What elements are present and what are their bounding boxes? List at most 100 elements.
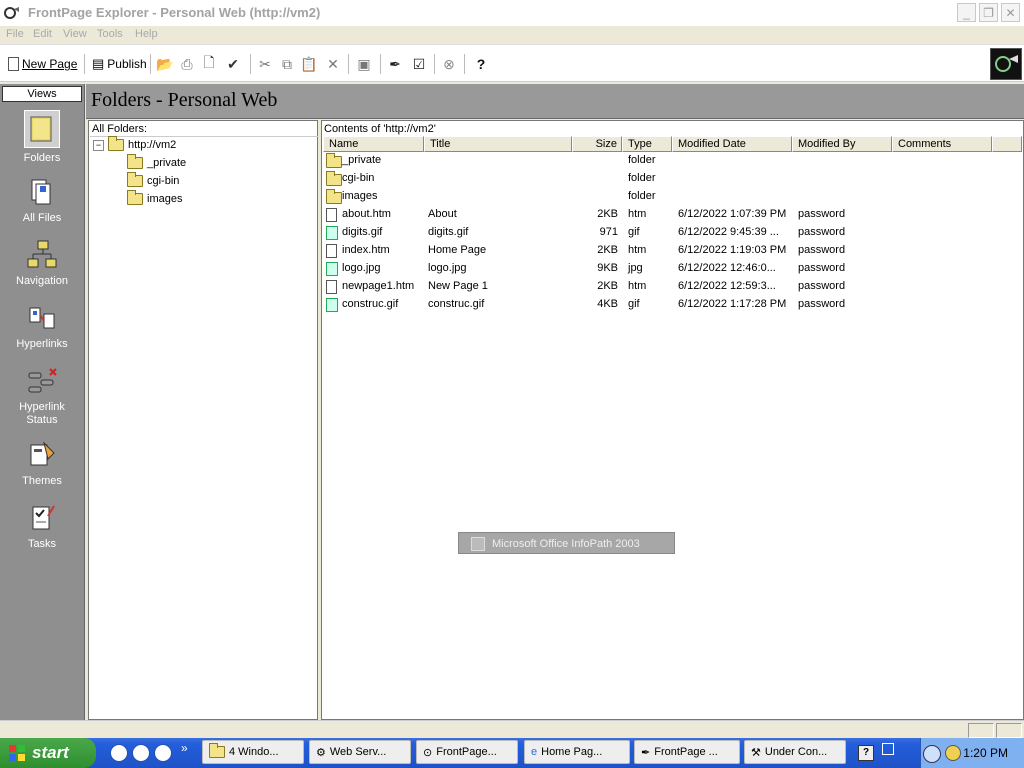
open-icon[interactable]: 📂: [156, 55, 174, 73]
frontpage-editor-icon: ✒: [641, 746, 651, 759]
cell-size: 2KB: [597, 208, 618, 220]
status-panel: [996, 723, 1022, 738]
tree-item-private[interactable]: _private: [127, 154, 186, 169]
taskbar-item-frontpage-editor[interactable]: ✒ FrontPage ...: [634, 740, 740, 764]
todo-list-icon[interactable]: ☑: [410, 55, 428, 73]
delete-icon[interactable]: ✕: [324, 55, 342, 73]
navigation-icon: [26, 239, 58, 271]
new-page-button[interactable]: New Page: [8, 54, 77, 74]
cut-icon[interactable]: ✂: [256, 55, 274, 73]
column-size[interactable]: Size: [572, 136, 622, 152]
minimize-button[interactable]: _: [957, 3, 976, 22]
table-row[interactable]: newpage1.htm New Page 1 2KB htm 6/12/2022 12…: [322, 278, 1022, 296]
menu-bar: File Edit View Tools Help: [0, 26, 1024, 44]
print-preview-icon[interactable]: 🗋: [200, 54, 218, 73]
cell-name: newpage1.htm: [342, 280, 415, 292]
taskbar-item-frontpage-explorer[interactable]: ⊙ FrontPage...: [416, 740, 518, 764]
folder-tree-header: All Folders:: [90, 122, 318, 137]
cell-size: 4KB: [597, 298, 618, 310]
quicklaunch-chevron[interactable]: »: [181, 741, 188, 755]
column-modified-by[interactable]: Modified By: [792, 136, 892, 152]
menu-tools[interactable]: Tools: [97, 28, 123, 40]
table-row[interactable]: digits.gif digits.gif 971 gif 6/12/2022 9:45…: [322, 224, 1022, 242]
tree-item-cgi-bin[interactable]: cgi-bin: [127, 172, 180, 187]
folder-up-icon[interactable]: ▣: [355, 55, 373, 73]
table-row[interactable]: about.htm About 2KB htm 6/12/2022 1:07:39 PM…: [322, 206, 1022, 224]
menu-help[interactable]: Help: [135, 28, 158, 40]
table-row[interactable]: _private folder: [322, 152, 1022, 170]
table-row[interactable]: logo.jpg logo.jpg 9KB jpg 6/12/2022 12:46:0.…: [322, 260, 1022, 278]
cell-modified-by: password: [798, 208, 846, 220]
clock[interactable]: 1:20 PM: [963, 746, 1008, 760]
cell-modified-by: password: [798, 244, 846, 256]
column-comments[interactable]: Comments: [892, 136, 992, 152]
tree-root[interactable]: − http://vm2: [93, 136, 176, 151]
menu-view[interactable]: View: [63, 28, 87, 40]
image-file-icon: [326, 226, 338, 240]
taskbar-item-under-construction[interactable]: ⚒ Under Con...: [744, 740, 846, 764]
view-hyperlink-status[interactable]: Hyperlink Status: [0, 365, 84, 427]
view-all-files[interactable]: All Files: [0, 176, 84, 224]
cell-type: gif: [628, 226, 640, 238]
cell-modified-date: 6/12/2022 1:07:39 PM: [678, 208, 787, 220]
status-panel: [968, 723, 994, 738]
column-name[interactable]: Name: [323, 136, 424, 152]
cell-type: folder: [628, 190, 656, 202]
cell-size: 971: [599, 226, 618, 238]
open-folder-icon: [108, 136, 124, 151]
taskbar-item-home-page[interactable]: e Home Pag...: [524, 740, 630, 764]
taskbar-item-web-server[interactable]: ⚙ Web Serv...: [309, 740, 411, 764]
folder-icon: [326, 171, 342, 186]
start-button[interactable]: start: [0, 738, 96, 768]
construction-icon: ⚒: [751, 746, 761, 759]
column-title[interactable]: Title: [424, 136, 572, 152]
frontpage-app-icon: [4, 7, 19, 19]
hyperlinks-icon: [26, 302, 58, 334]
stop-icon[interactable]: ⊗: [440, 55, 458, 73]
taskbar-item-windows[interactable]: 4 Windo...: [202, 740, 304, 764]
menu-edit[interactable]: Edit: [33, 28, 52, 40]
taskbar-item-label: 4 Windo...: [229, 746, 279, 758]
column-modified-date[interactable]: Modified Date: [672, 136, 792, 152]
print-icon[interactable]: ⎙: [178, 55, 196, 73]
column-type[interactable]: Type: [622, 136, 672, 152]
copy-icon[interactable]: ⧉: [278, 55, 296, 73]
table-row[interactable]: construc.gif construc.gif 4KB gif 6/12/2022 …: [322, 296, 1022, 314]
table-row[interactable]: cgi-bin folder: [322, 170, 1022, 188]
view-folders[interactable]: Folders: [0, 110, 84, 164]
ie-icon[interactable]: [110, 744, 128, 762]
network-tray-icon[interactable]: [882, 743, 894, 755]
help-icon[interactable]: ?: [472, 55, 490, 73]
publish-button[interactable]: ▤ Publish: [92, 54, 147, 74]
spelling-icon[interactable]: ✔: [224, 55, 242, 73]
tray-collapse-icon[interactable]: [923, 745, 941, 763]
title-bar: FrontPage Explorer - Personal Web (http:…: [0, 0, 1024, 26]
volume-icon[interactable]: [945, 745, 961, 761]
view-navigation[interactable]: Navigation: [0, 239, 84, 287]
table-row[interactable]: images folder: [322, 188, 1022, 206]
cell-modified-by: password: [798, 226, 846, 238]
table-row[interactable]: index.htm Home Page 2KB htm 6/12/2022 1:19:0…: [322, 242, 1022, 260]
outlook-express-icon[interactable]: [132, 744, 150, 762]
collapse-toggle-icon[interactable]: −: [93, 139, 104, 151]
infopath-splash: Microsoft Office InfoPath 2003: [458, 532, 675, 554]
view-themes[interactable]: Themes: [0, 439, 84, 487]
close-button[interactable]: ✕: [1001, 3, 1020, 22]
view-hyperlinks[interactable]: Hyperlinks: [0, 302, 84, 350]
tree-item-label: cgi-bin: [147, 175, 180, 187]
status-bar: [0, 720, 1024, 739]
frontpage-editor-icon[interactable]: ✒: [386, 55, 404, 73]
paste-icon[interactable]: 📋: [300, 55, 318, 73]
cell-type: gif: [628, 298, 640, 310]
restore-button[interactable]: ❐: [979, 3, 998, 22]
ie-page-icon: e: [531, 746, 538, 758]
help-tray-icon[interactable]: ?: [858, 745, 874, 761]
view-tasks[interactable]: Tasks: [0, 502, 84, 550]
taskbar-item-label: Web Serv...: [329, 746, 387, 758]
menu-file[interactable]: File: [6, 28, 24, 40]
folder-icon: [24, 110, 60, 148]
cell-size: 2KB: [597, 280, 618, 292]
media-player-icon[interactable]: [154, 744, 172, 762]
image-file-icon: [326, 298, 338, 312]
tree-item-images[interactable]: images: [127, 190, 182, 205]
